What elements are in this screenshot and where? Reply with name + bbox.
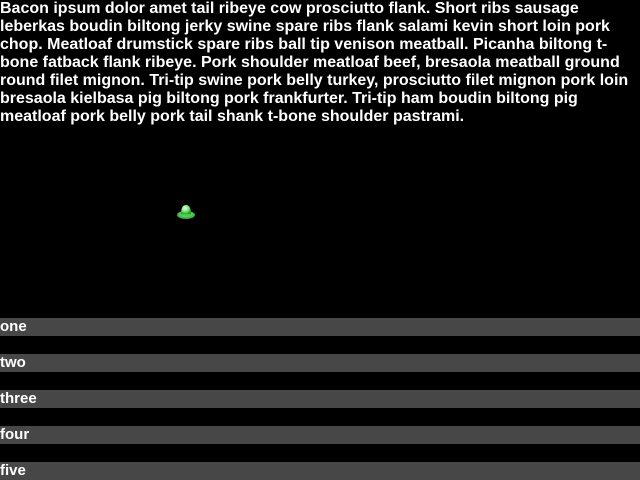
option-one[interactable]: one	[0, 318, 640, 336]
option-five[interactable]: five	[0, 462, 640, 480]
ufo-icon[interactable]	[176, 203, 196, 220]
option-list: one two three four five	[0, 318, 640, 480]
option-three[interactable]: three	[0, 390, 640, 408]
option-four[interactable]: four	[0, 426, 640, 444]
option-two[interactable]: two	[0, 354, 640, 372]
lorem-paragraph: Bacon ipsum dolor amet tail ribeye cow p…	[0, 0, 629, 125]
